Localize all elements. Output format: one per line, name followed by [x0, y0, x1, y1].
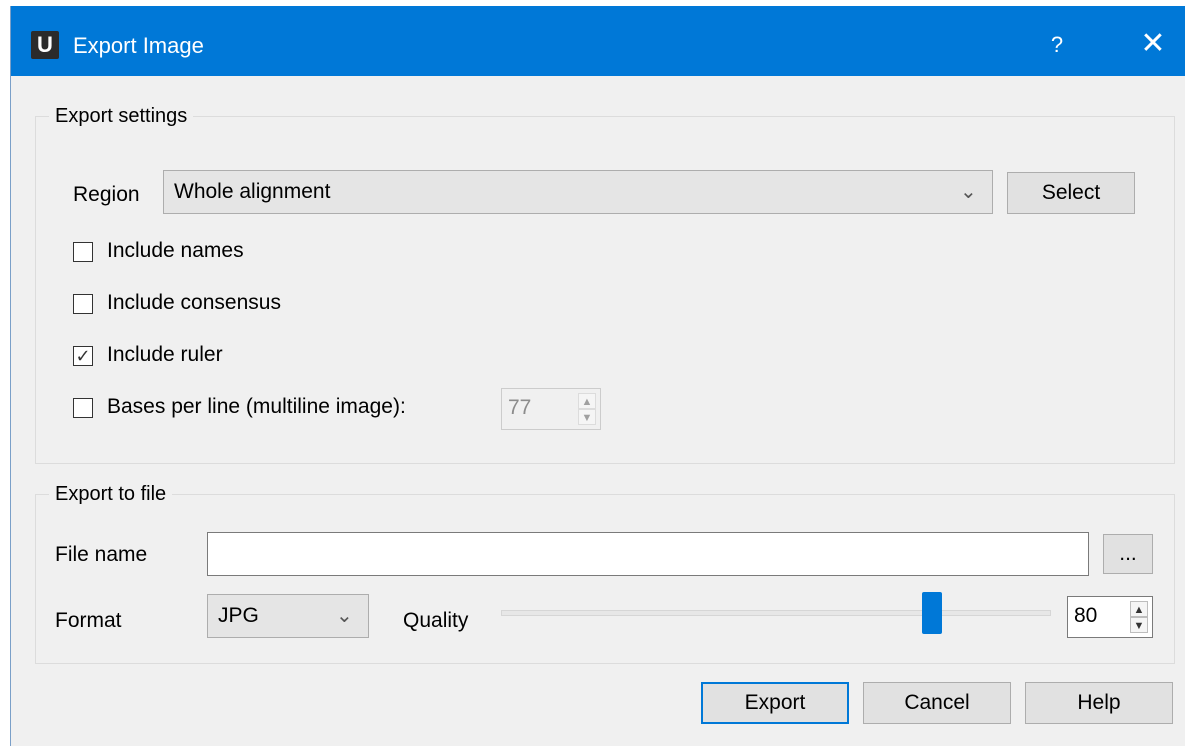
select-button[interactable]: Select — [1007, 172, 1135, 214]
export-to-file-title: Export to file — [49, 482, 173, 506]
region-label: Region — [73, 183, 140, 206]
cancel-button[interactable]: Cancel — [863, 682, 1011, 724]
export-settings-title: Export settings — [49, 104, 194, 128]
checkmark-icon: ✓ — [75, 346, 91, 366]
title-bar: U Export Image ? ✕ — [11, 6, 1185, 76]
quality-slider-track[interactable] — [501, 610, 1051, 616]
export-to-file-group — [35, 494, 1175, 664]
quality-spinbox[interactable]: 80 ▲ ▼ — [1067, 596, 1153, 638]
format-dropdown-value: JPG — [218, 604, 259, 627]
include-names-label[interactable]: Include names — [107, 238, 244, 264]
export-button[interactable]: Export — [701, 682, 849, 724]
quality-slider-handle[interactable] — [922, 592, 942, 634]
chevron-down-icon: ⌄ — [336, 605, 353, 627]
bases-per-line-label[interactable]: Bases per line (multiline image): — [107, 394, 406, 420]
arrow-up-icon: ▲ — [578, 393, 596, 409]
format-label: Format — [55, 609, 122, 632]
window-title: Export Image — [73, 33, 204, 58]
chevron-down-icon: ⌄ — [960, 181, 977, 203]
help-icon[interactable]: ? — [1037, 28, 1077, 62]
help-button[interactable]: Help — [1025, 682, 1173, 724]
arrow-down-icon[interactable]: ▼ — [1130, 617, 1148, 633]
quality-value: 80 — [1074, 604, 1098, 627]
close-icon[interactable]: ✕ — [1133, 26, 1173, 62]
region-dropdown[interactable]: Whole alignment ⌄ — [163, 170, 993, 214]
include-names-checkbox[interactable] — [73, 242, 93, 262]
bases-per-line-value: 77 — [508, 396, 532, 419]
app-logo-icon: U — [31, 31, 59, 59]
include-ruler-checkbox[interactable]: ✓ — [73, 346, 93, 366]
export-image-dialog: U Export Image ? ✕ Export settings Regio… — [10, 6, 1185, 746]
quality-label: Quality — [403, 609, 469, 632]
bases-per-line-spinbox: 77 ▲ ▼ — [501, 388, 601, 430]
include-consensus-label[interactable]: Include consensus — [107, 290, 281, 316]
file-name-input[interactable] — [207, 532, 1089, 576]
include-consensus-checkbox[interactable] — [73, 294, 93, 314]
include-ruler-label[interactable]: Include ruler — [107, 342, 223, 368]
browse-button[interactable]: ... — [1103, 534, 1153, 574]
region-dropdown-value: Whole alignment — [174, 180, 331, 203]
arrow-down-icon: ▼ — [578, 409, 596, 425]
format-dropdown[interactable]: JPG ⌄ — [207, 594, 369, 638]
arrow-up-icon[interactable]: ▲ — [1130, 601, 1148, 617]
file-name-label: File name — [55, 543, 148, 566]
bases-per-line-checkbox[interactable] — [73, 398, 93, 418]
